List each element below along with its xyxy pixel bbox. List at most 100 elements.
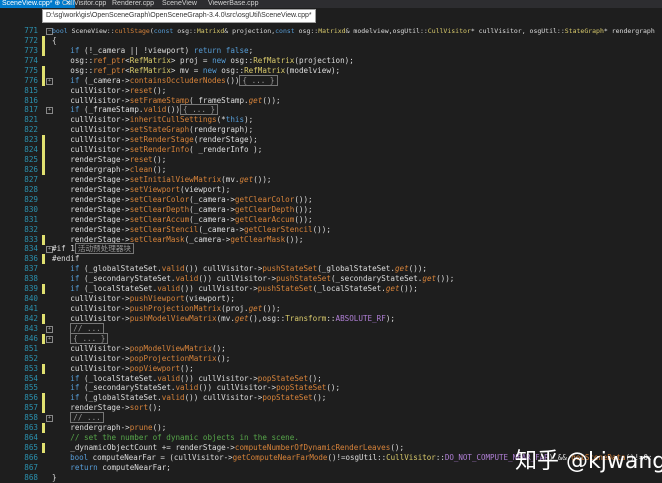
code-token: ()); — [294, 214, 313, 224]
code-token: rendergraph-> — [52, 423, 130, 433]
code-token: return — [70, 462, 98, 472]
code-line[interactable]: 832 renderStage->setClearStencil(_camera… — [0, 225, 662, 235]
code-line[interactable]: 773 if (!_camera || !viewport) return fa… — [0, 45, 662, 56]
code-line[interactable]: 855 if (_secondaryStateSet.valid()) cull… — [0, 383, 662, 393]
code-token: RefMatrix — [129, 65, 171, 75]
code-line[interactable]: 817 + if (_frameStamp.valid()){ ... } — [0, 104, 662, 116]
code-token: (projection); — [294, 55, 354, 65]
code-token: (_globalStateSet. — [317, 264, 395, 274]
tab-renderer-cpp[interactable]: Renderer.cpp — [112, 0, 154, 8]
code-token: (_frameStamp. — [79, 105, 144, 115]
code-line[interactable]: 856 if (_globalStateSet.valid()) cullVis… — [0, 393, 662, 404]
code-token: & modelview,osgUtil:: — [345, 27, 428, 35]
code-line[interactable]: 771− bool SceneView::cullStage(const osg:… — [0, 26, 662, 36]
collapsed-region[interactable]: { ... } — [70, 332, 109, 344]
code-line[interactable]: 839 if (_localStateSet.valid()) cullVisi… — [0, 284, 662, 295]
code-token: ()); — [262, 95, 281, 105]
code-line[interactable]: 825 renderStage->reset(); — [0, 155, 662, 166]
code-line[interactable]: 834 + #if 1 活动预处理器块 — [0, 243, 662, 255]
code-token: (_secondaryStateSet. — [330, 274, 423, 284]
code-line[interactable]: 823 cullVisitor->setRenderStage(renderSt… — [0, 135, 662, 146]
collapsed-region[interactable]: 活动预处理器块 — [74, 243, 135, 255]
code-line[interactable]: 836 #endif — [0, 254, 662, 265]
code-line[interactable]: 851 cullVisitor->popModelViewMatrix(); — [0, 344, 662, 354]
code-line[interactable]: 841 cullVisitor->pushProjectionMatrix(pr… — [0, 304, 662, 314]
code-token: cullStage — [114, 27, 150, 35]
code-line[interactable]: 815 cullVisitor->reset(); — [0, 86, 662, 96]
code-token: containsOccluderNodes — [129, 75, 226, 85]
line-number: 851 — [24, 343, 38, 353]
code-editor[interactable]: 771− bool SceneView::cullStage(const osg:… — [0, 22, 662, 483]
code-text: if (_globalStateSet.valid()) cullVisitor… — [52, 264, 427, 274]
code-token: ()); — [294, 194, 313, 204]
code-line[interactable]: 824 cullVisitor->setRenderInfo( _renderI… — [0, 145, 662, 156]
code-line[interactable]: 774 osg::ref_ptr<RefMatrix> proj = new o… — [0, 56, 662, 66]
line-number: 865 — [24, 443, 38, 453]
code-token: (); — [308, 373, 322, 383]
code-line[interactable]: 827 renderStage->setInitialViewMatrix(mv… — [0, 175, 662, 185]
code-token: ); — [244, 115, 254, 125]
code-token: setClearMask — [129, 234, 185, 244]
pin-icon[interactable]: ⊕ — [54, 0, 60, 7]
collapsed-region[interactable]: // ... — [70, 412, 104, 424]
code-token: osg:: — [173, 27, 197, 35]
tab-viewerbase-cpp[interactable]: ViewerBase.cpp — [208, 0, 258, 8]
collapsed-region[interactable]: { ... } — [180, 104, 219, 116]
code-line[interactable]: 846 + { ... } — [0, 332, 662, 344]
code-token: #endif — [52, 254, 80, 264]
code-token: (),osg:: — [248, 313, 286, 323]
code-token: ()); — [285, 234, 304, 244]
code-line[interactable]: 821 cullVisitor->inheritCullSettings(*th… — [0, 115, 662, 125]
code-line[interactable]: 854 if (_localStateSet.valid()) cullVisi… — [0, 374, 662, 384]
code-line[interactable]: 858 + // ... — [0, 412, 662, 424]
code-token: RefMatrix — [253, 55, 295, 65]
code-line[interactable]: 826 rendergraph->clean(); — [0, 165, 662, 176]
code-token: Transform — [285, 313, 327, 323]
code-line[interactable]: 840 cullVisitor->pushViewport(viewport); — [0, 294, 662, 304]
code-token: renderStage-> — [52, 184, 130, 194]
tab-sceneview[interactable]: SceneView — [162, 0, 197, 8]
collapsed-region[interactable]: { ... } — [239, 74, 278, 86]
code-token: cullVisitor-> — [52, 353, 130, 363]
code-token: ABSOLUTE_RF — [335, 313, 386, 323]
code-line[interactable]: 822 cullVisitor->setStateGraph(rendergra… — [0, 125, 662, 135]
code-token: ()) cullVisitor-> — [180, 373, 258, 383]
code-line[interactable]: 829 renderStage->setClearColor(_camera->… — [0, 195, 662, 205]
change-marker — [42, 155, 45, 166]
code-token: (* — [216, 115, 226, 125]
code-line[interactable]: 831 renderStage->setClearAccum(_camera->… — [0, 215, 662, 225]
code-token: reset — [129, 85, 153, 95]
code-line[interactable]: 828 renderStage->setViewport(viewport); — [0, 185, 662, 195]
code-token: _dynamicObjectCount += renderStage-> — [52, 443, 235, 453]
code-token: SceneView:: — [67, 27, 115, 35]
code-line[interactable]: 863 rendergraph->prune(); — [0, 423, 662, 434]
tab-cullvisitor-cpp[interactable]: CullVisitor.cpp — [62, 0, 106, 8]
code-line[interactable]: 837 if (_globalStateSet.valid()) cullVis… — [0, 264, 662, 274]
code-line[interactable]: 775 osg::ref_ptr<RefMatrix> mv = new osg… — [0, 65, 662, 76]
code-token: // set the number of dynamic objects in … — [70, 433, 299, 443]
code-line[interactable]: 852 cullVisitor->popProjectionMatrix(); — [0, 354, 662, 364]
code-token: ()) cullVisitor-> — [180, 284, 258, 294]
code-token: pushProjectionMatrix — [129, 304, 222, 314]
code-line[interactable]: 864 // set the number of dynamic objects… — [0, 433, 662, 443]
code-token: (!_camera || !viewport) — [79, 45, 194, 55]
code-token: setClearDepth — [129, 204, 190, 214]
line-number: 831 — [24, 214, 38, 224]
code-token: (); — [152, 423, 167, 433]
code-line[interactable]: 838 if (_secondaryStateSet.valid()) cull… — [0, 274, 662, 284]
code-token: (); — [312, 393, 327, 403]
code-line[interactable]: 776 + if (_camera->containsOccluderNodes(… — [0, 74, 662, 86]
code-token: get — [394, 264, 409, 274]
code-text: #endif — [52, 254, 79, 264]
code-line[interactable]: 853 cullVisitor->popViewport(); — [0, 363, 662, 374]
code-line[interactable]: 772 { — [0, 35, 662, 46]
code-line[interactable]: 816 cullVisitor->setFrameStamp(_frameSta… — [0, 96, 662, 106]
code-token: this — [225, 115, 245, 125]
code-token: ()); — [312, 224, 331, 234]
line-number: 821 — [24, 115, 38, 125]
code-token: osg:: — [52, 65, 94, 75]
line-number: 776 — [24, 75, 38, 85]
code-line[interactable]: 830 renderStage->setClearDepth(_camera->… — [0, 205, 662, 215]
